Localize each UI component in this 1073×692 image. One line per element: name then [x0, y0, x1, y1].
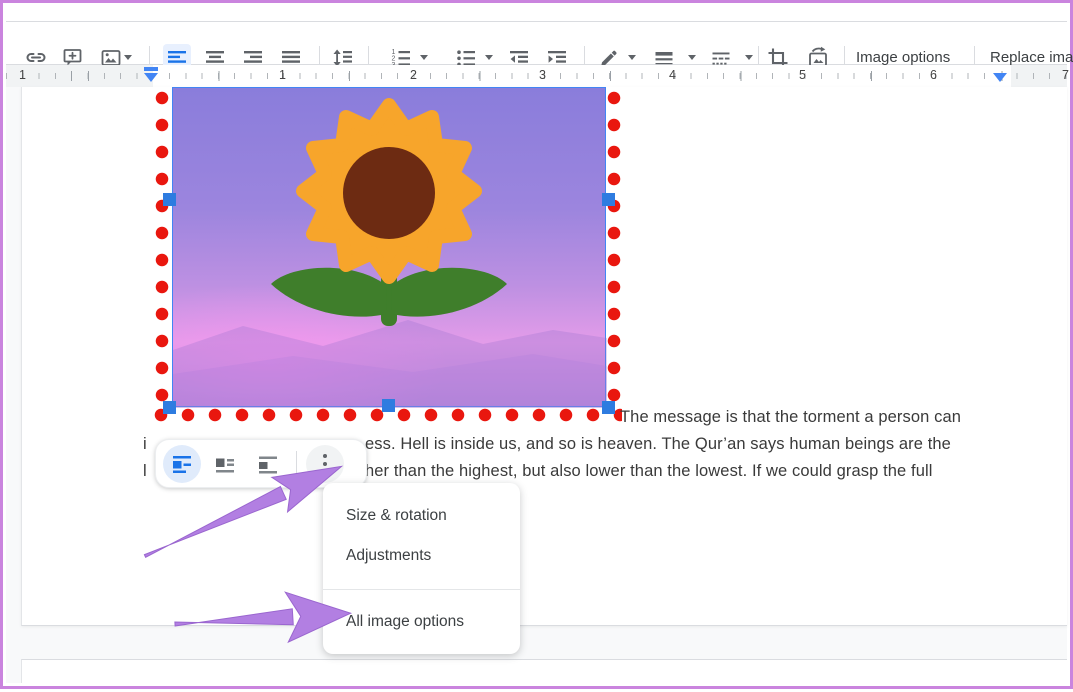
insert-image-caret-icon[interactable] — [124, 55, 132, 60]
ruler-number: 3 — [539, 68, 546, 82]
horizontal-ruler: 1 1 2 3 4 5 6 7 — [6, 65, 1067, 87]
image-options-menu: Size & rotation Adjustments All image op… — [323, 483, 520, 654]
resize-handle-bottom-right[interactable] — [602, 401, 615, 414]
paragraph-line-3: her than the highest, but also lower tha… — [365, 460, 933, 482]
ruler-number: 7 — [1062, 68, 1069, 82]
selection-dots-left — [155, 91, 169, 408]
menu-item-size-rotation[interactable]: Size & rotation — [323, 497, 520, 535]
paragraph-line-2: ess. Hell is inside us, and so is heaven… — [365, 433, 951, 455]
ruler-number: 6 — [930, 68, 937, 82]
three-dot-menu-icon — [323, 454, 327, 473]
border-color-caret-icon[interactable] — [628, 55, 636, 60]
paragraph-line-2-fragment: i — [143, 433, 147, 455]
right-indent-marker[interactable] — [993, 73, 1007, 82]
in-line-icon — [171, 453, 193, 475]
resize-handle-bottom-left[interactable] — [163, 401, 176, 414]
image-alignment-toolbar — [155, 439, 367, 488]
menu-bar-remnant — [6, 6, 1067, 21]
in-line-button[interactable] — [163, 445, 201, 483]
selected-sunflower-image[interactable] — [172, 87, 606, 407]
sunflower-illustration — [173, 88, 607, 408]
wrap-text-icon — [214, 453, 236, 475]
ruler-number: 4 — [669, 68, 676, 82]
paragraph-line-1: The message is that the torment a person… — [620, 406, 961, 428]
left-indent-marker[interactable] — [144, 73, 158, 82]
image-more-options-button[interactable] — [306, 445, 344, 483]
selection-dots-right — [607, 91, 621, 408]
menu-divider — [323, 589, 520, 590]
main-toolbar: 1 2 3 — [6, 21, 1067, 65]
ruler-number: 2 — [410, 68, 417, 82]
resize-handle-left[interactable] — [163, 193, 176, 206]
document-canvas[interactable]: The message is that the torment a person… — [6, 87, 1067, 683]
resize-handle-bottom[interactable] — [382, 399, 395, 412]
border-weight-caret-icon[interactable] — [688, 55, 696, 60]
pill-separator — [296, 451, 297, 477]
menu-item-adjustments[interactable]: Adjustments — [323, 537, 520, 575]
google-docs-screenshot: { "toolbar": { "image_options_label": "I… — [0, 0, 1073, 689]
first-line-indent-marker[interactable] — [144, 67, 158, 71]
ruler-half-ticks — [6, 71, 1067, 81]
ruler-number: 5 — [799, 68, 806, 82]
border-dash-caret-icon[interactable] — [745, 55, 753, 60]
paragraph-line-3-fragment: l — [143, 460, 147, 482]
resize-handle-right[interactable] — [602, 193, 615, 206]
ruler-number: 1 — [19, 68, 26, 82]
break-text-icon — [257, 453, 279, 475]
ruler-number: 1 — [279, 68, 286, 82]
wrap-text-button[interactable] — [206, 445, 244, 483]
numbered-list-caret-icon[interactable] — [420, 55, 428, 60]
menu-item-all-image-options[interactable]: All image options — [323, 603, 520, 641]
bulleted-list-caret-icon[interactable] — [485, 55, 493, 60]
break-text-button[interactable] — [249, 445, 287, 483]
document-page-2[interactable] — [21, 659, 1067, 683]
